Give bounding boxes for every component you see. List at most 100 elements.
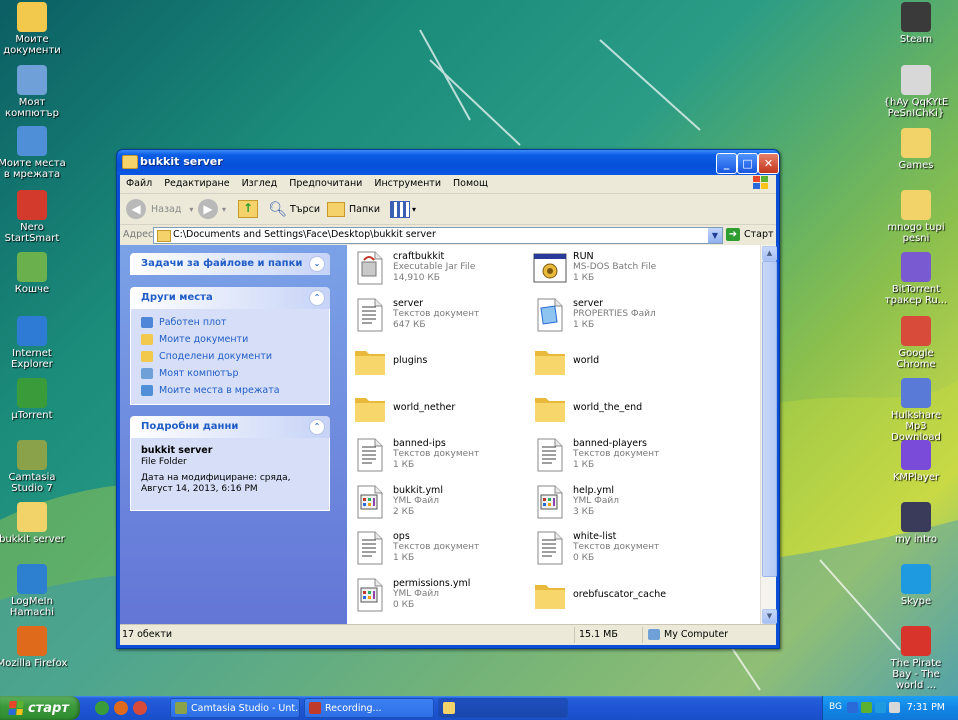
folder-item[interactable]: world_nether bbox=[353, 388, 533, 430]
desktop-mp4-shortcut[interactable]: my intro bbox=[880, 502, 952, 545]
desktop-icon-label: Camtasia Studio 7 bbox=[8, 472, 56, 494]
file-item[interactable]: ops Текстов документ 1 КБ bbox=[353, 528, 533, 570]
status-location: My Computer bbox=[664, 629, 729, 640]
file-name: RUN bbox=[573, 251, 594, 262]
chevron-down-icon[interactable]: ▾ bbox=[189, 205, 193, 214]
desktop-steam-shortcut[interactable]: Steam bbox=[880, 2, 952, 45]
places-link[interactable]: Моят компютър bbox=[141, 365, 319, 382]
taskbar-task-button[interactable]: Recording... bbox=[304, 698, 434, 718]
folder-item[interactable]: world bbox=[533, 341, 713, 383]
close-button[interactable]: ✕ bbox=[758, 153, 779, 174]
places-link[interactable]: Моите места в мрежата bbox=[141, 382, 319, 399]
menu-view[interactable]: Изглед bbox=[236, 176, 284, 191]
folder-item[interactable]: orebfuscator_cache bbox=[533, 575, 713, 617]
file-item[interactable]: white-list Текстов документ 0 КБ bbox=[533, 528, 713, 570]
chevron-down-icon[interactable]: ▾ bbox=[222, 205, 226, 214]
skype-tray-icon[interactable] bbox=[875, 702, 886, 713]
language-indicator[interactable]: BG bbox=[829, 702, 842, 712]
collapse-icon[interactable]: ⌃ bbox=[309, 290, 325, 306]
minimize-button[interactable]: _ bbox=[716, 153, 737, 174]
back-button[interactable]: ◀ Назад ▾ bbox=[126, 198, 193, 220]
places-panel-header[interactable]: Други места ⌃ bbox=[130, 287, 330, 309]
file-item[interactable]: server Текстов документ 647 КБ bbox=[353, 295, 533, 337]
start-label: старт bbox=[28, 700, 69, 716]
chevron-down-icon: ▾ bbox=[412, 204, 417, 214]
clock[interactable]: 7:31 PM bbox=[907, 702, 945, 713]
folder-item[interactable]: world_the_end bbox=[533, 388, 713, 430]
folders-button[interactable]: Папки bbox=[327, 198, 380, 220]
collapse-icon[interactable]: ⌃ bbox=[309, 419, 325, 435]
desktop-recycle-bin-shortcut[interactable]: Кошче bbox=[0, 252, 68, 295]
menu-help[interactable]: Помощ bbox=[447, 176, 494, 191]
search-button[interactable]: 🔍︎ Търси bbox=[268, 198, 320, 220]
menu-file[interactable]: Файл bbox=[120, 176, 158, 191]
file-item[interactable]: permissions.yml YML Файл 0 КБ bbox=[353, 575, 533, 617]
file-item[interactable]: RUN MS-DOS Batch File 1 КБ bbox=[533, 248, 713, 290]
vertical-scrollbar[interactable]: ▲ ▼ bbox=[760, 245, 777, 625]
desktop-my-documents-shortcut[interactable]: Моите документи bbox=[0, 2, 68, 56]
details-panel-header[interactable]: Подробни данни ⌃ bbox=[130, 416, 330, 438]
desktop-chrome-shortcut[interactable]: Google Chrome bbox=[880, 316, 952, 370]
desktop-bittorrent-shortcut[interactable]: BitTorrent тракер Ru... bbox=[880, 252, 952, 306]
file-item[interactable]: banned-ips Текстов документ 1 КБ bbox=[353, 435, 533, 477]
file-item[interactable]: server PROPERTIES Файл 1 КБ bbox=[533, 295, 713, 337]
desktop-internet-explorer-shortcut[interactable]: Internet Explorer bbox=[0, 316, 68, 370]
desktop-network-places-shortcut[interactable]: Моите места в мрежата bbox=[0, 126, 68, 180]
scroll-down-button[interactable]: ▼ bbox=[762, 609, 777, 624]
firefox-quicklaunch-icon[interactable] bbox=[114, 701, 128, 715]
places-link[interactable]: Споделени документи bbox=[141, 348, 319, 365]
utorrent-tray-icon[interactable] bbox=[861, 702, 872, 713]
desktop-dvd-shortcut[interactable]: {hAy QqKYtE PeSnIChKi} bbox=[880, 65, 952, 119]
title-bar[interactable]: bukkit server _ □ ✕ bbox=[117, 150, 779, 175]
desktop-hulkshare-shortcut[interactable]: Hulkshare Mp3 Download bbox=[880, 378, 952, 443]
file-item[interactable]: banned-players Текстов документ 1 КБ bbox=[533, 435, 713, 477]
folder-item[interactable]: plugins bbox=[353, 341, 533, 383]
desktop-camtasia-shortcut[interactable]: Camtasia Studio 7 bbox=[0, 440, 68, 494]
expand-icon[interactable]: ⌄ bbox=[309, 256, 325, 272]
up-button[interactable]: ↑ bbox=[238, 198, 258, 220]
windows-logo-icon bbox=[753, 176, 768, 189]
desktop-icon-label: Hulkshare Mp3 Download bbox=[890, 410, 942, 443]
scroll-thumb[interactable] bbox=[762, 261, 777, 577]
taskbar-task-button[interactable]: Camtasia Studio - Unt... bbox=[170, 698, 300, 718]
scroll-up-button[interactable]: ▲ bbox=[762, 246, 777, 261]
forward-button[interactable]: ▶ ▾ bbox=[198, 198, 226, 220]
places-link[interactable]: Работен плот bbox=[141, 314, 319, 331]
file-size: 1 КБ bbox=[393, 553, 415, 564]
address-dropdown-button[interactable]: ▼ bbox=[708, 228, 722, 243]
desktop-firefox-shortcut[interactable]: Mozilla Firefox bbox=[0, 626, 68, 669]
menu-edit[interactable]: Редактиране bbox=[158, 176, 235, 191]
desktop-folder-shortcut[interactable]: mnogo tupi pesni bbox=[880, 190, 952, 244]
taskbar-task-button[interactable] bbox=[438, 698, 568, 718]
prop-file-icon bbox=[533, 297, 567, 333]
nero-icon bbox=[17, 190, 47, 220]
desktop-utorrent-shortcut[interactable]: µTorrent bbox=[0, 378, 68, 421]
desktop-my-computer-shortcut[interactable]: Моят компютър bbox=[0, 65, 68, 119]
desktop-hamachi-shortcut[interactable]: LogMeIn Hamachi bbox=[0, 564, 68, 618]
file-item[interactable]: craftbukkit Executable Jar File 14,910 КБ bbox=[353, 248, 533, 290]
network-tray-icon[interactable] bbox=[847, 702, 858, 713]
menu-favorites[interactable]: Предпочитани bbox=[283, 176, 368, 191]
start-button[interactable]: старт bbox=[0, 696, 80, 720]
maximize-button[interactable]: □ bbox=[737, 153, 758, 174]
address-input[interactable]: C:\Documents and Settings\Face\Desktop\b… bbox=[153, 227, 723, 244]
desktop-kmplayer-shortcut[interactable]: KMPlayer bbox=[880, 440, 952, 483]
views-button[interactable]: ▾ bbox=[390, 198, 416, 220]
forward-arrow-icon: ▶ bbox=[198, 199, 218, 219]
desktop-pirate-bay-shortcut[interactable]: The Pirate Bay - The world ... bbox=[880, 626, 952, 691]
menu-tools[interactable]: Инструменти bbox=[368, 176, 447, 191]
file-item[interactable]: bukkit.yml YML Файл 2 КБ bbox=[353, 482, 533, 524]
file-size: 0 КБ bbox=[393, 599, 415, 610]
desktop-folder-shortcut[interactable]: Games bbox=[880, 128, 952, 171]
desktop-nero-shortcut[interactable]: Nero StartSmart bbox=[0, 190, 68, 244]
go-button[interactable]: ➜ Старт bbox=[726, 228, 774, 241]
desktop-folder-shortcut[interactable]: bukkit server bbox=[0, 502, 68, 545]
utorrent-quicklaunch-icon[interactable] bbox=[95, 701, 109, 715]
file-item[interactable]: help.yml YML Файл 3 КБ bbox=[533, 482, 713, 524]
volume-tray-icon[interactable] bbox=[889, 702, 900, 713]
desktop-skype-shortcut[interactable]: Skype bbox=[880, 564, 952, 607]
places-link[interactable]: Моите документи bbox=[141, 331, 319, 348]
chrome-quicklaunch-icon[interactable] bbox=[133, 701, 147, 715]
file-size: 1 КБ bbox=[573, 273, 595, 283]
tasks-panel-header[interactable]: Задачи за файлове и папки ⌄ bbox=[130, 253, 330, 275]
